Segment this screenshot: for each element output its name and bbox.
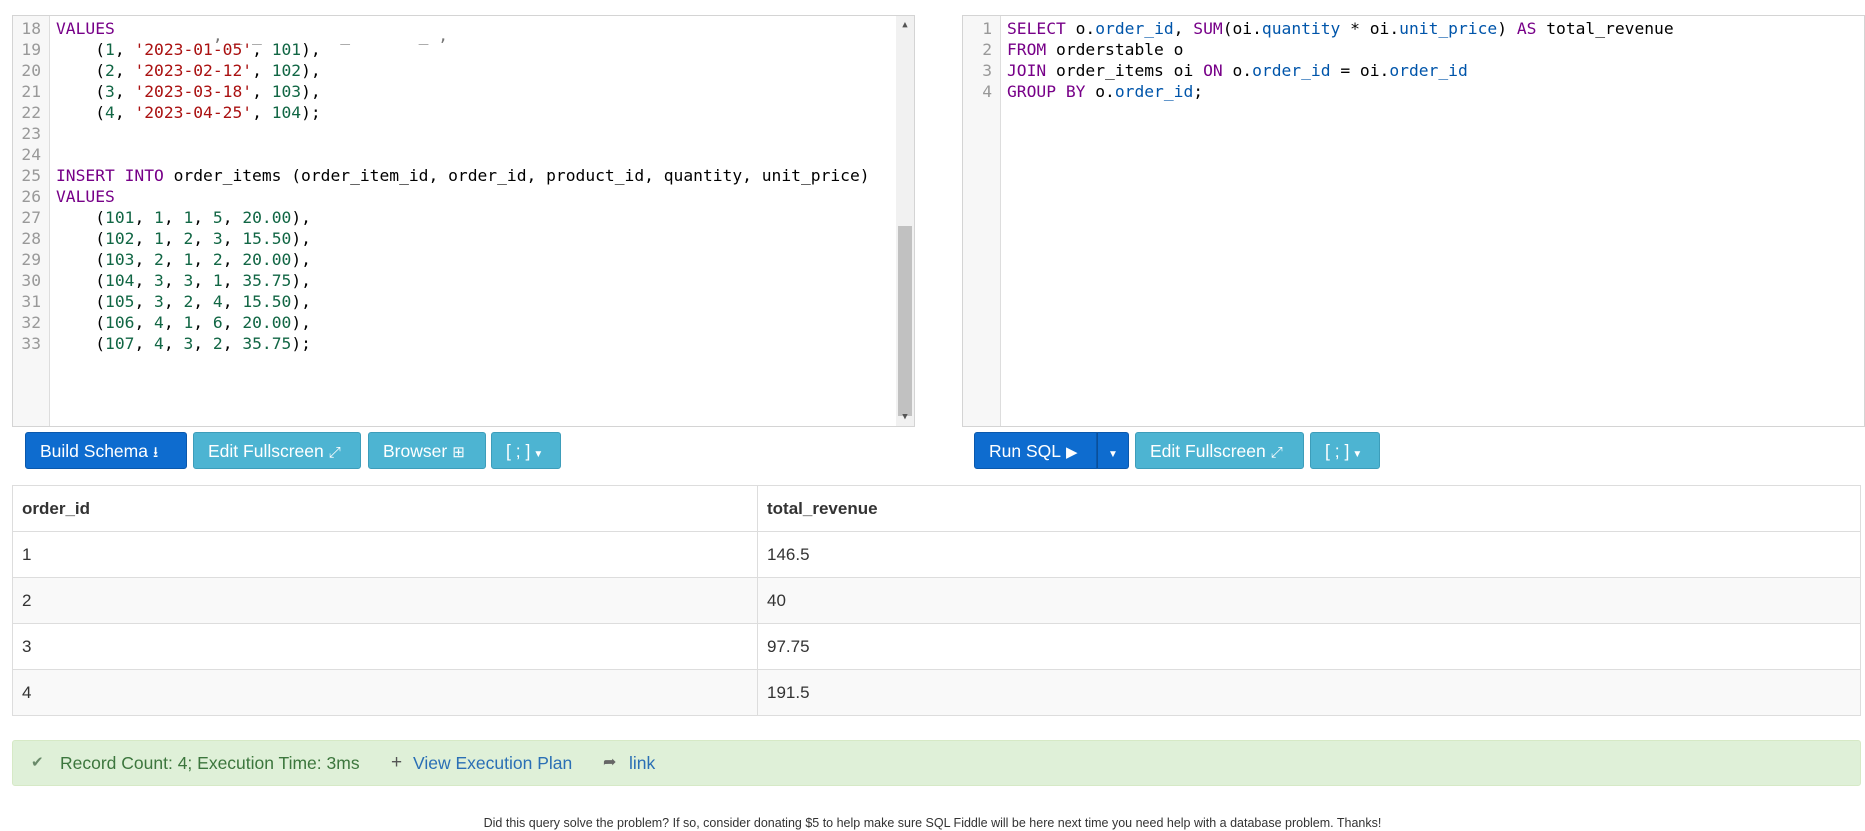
- table-cell: 191.5: [757, 669, 1861, 716]
- scroll-thumb[interactable]: [898, 226, 912, 416]
- caret-down-icon: ▼: [533, 449, 544, 460]
- code-line: 33 (107, 4, 3, 2, 35.75);: [13, 331, 914, 356]
- query-edit-fullscreen-button[interactable]: Edit Fullscreen ⤢: [1135, 432, 1304, 469]
- table-cell: 97.75: [757, 623, 1861, 670]
- caret-down-icon: ▼: [1108, 449, 1118, 460]
- line-number: 33: [21, 334, 41, 353]
- table-row: 4 191.5: [12, 669, 1861, 716]
- download-icon: ⭳: [152, 444, 159, 461]
- checkmark-icon: ✔: [31, 754, 44, 771]
- scroll-down-arrow-icon[interactable]: ▼: [896, 408, 914, 426]
- share-arrow-icon: ➦: [603, 754, 617, 771]
- expand-icon: ⤢: [1270, 444, 1283, 461]
- schema-delimiter-dropdown[interactable]: [ ; ] ▼: [491, 432, 561, 469]
- donation-footer: Did this query solve the problem? If so,…: [483, 816, 1382, 830]
- view-execution-plan-link[interactable]: View Execution Plan: [413, 741, 572, 785]
- code-line: 4 GROUP BY o.order_id;: [963, 79, 1864, 104]
- schema-edit-fullscreen-button[interactable]: Edit Fullscreen ⤢: [193, 432, 361, 469]
- code-text: GROUP BY o.order_id;: [1007, 82, 1204, 101]
- play-icon: ▶: [1065, 444, 1078, 461]
- browser-button[interactable]: Browser ⊞: [368, 432, 486, 469]
- table-cell: 3: [12, 623, 758, 670]
- table-row: 2 40: [12, 577, 1861, 624]
- table-cell: 1: [12, 531, 758, 578]
- column-header: order_id: [12, 485, 758, 532]
- expand-icon: ⤢: [328, 444, 341, 461]
- query-delimiter-dropdown[interactable]: [ ; ] ▼: [1310, 432, 1380, 469]
- query-editor[interactable]: 1 SELECT o.order_id, SUM(oi.quantity * oi…: [962, 15, 1865, 427]
- run-sql-button[interactable]: Run SQL ▶: [974, 432, 1097, 469]
- line-number: 4: [982, 82, 992, 101]
- caret-down-icon: ▼: [1352, 449, 1363, 460]
- plus-icon: +: [391, 752, 403, 773]
- table-cell: 4: [12, 669, 758, 716]
- table-row: 3 97.75: [12, 623, 1861, 670]
- results-header-row: order_id total_revenue: [12, 485, 1861, 532]
- code-text: (107, 4, 3, 2, 35.75);: [56, 334, 311, 353]
- scroll-up-arrow-icon[interactable]: ▲: [896, 16, 914, 34]
- record-info: Record Count: 4; Execution Time: 3ms: [60, 753, 360, 773]
- table-cell: 40: [757, 577, 1861, 624]
- tree-icon: ⊞: [452, 444, 465, 461]
- table-row: 1 146.5: [12, 531, 1861, 578]
- permalink-link[interactable]: link: [629, 741, 655, 785]
- schema-editor[interactable]: , _ _ _ _ , 18 VALUES 19 (1, '2023-01-05',…: [12, 15, 915, 427]
- table-cell: 2: [12, 577, 758, 624]
- table-cell: 146.5: [757, 531, 1861, 578]
- column-header: total_revenue: [757, 485, 1861, 532]
- status-bar: ✔ Record Count: 4; Execution Time: 3ms +…: [12, 740, 1861, 786]
- build-schema-button[interactable]: Build Schema ⭳: [25, 432, 187, 469]
- results-table: order_id total_revenue 1 146.5 2 40 3 97…: [12, 485, 1861, 716]
- run-sql-dropdown-toggle[interactable]: ▼: [1097, 432, 1129, 469]
- schema-editor-scrollbar[interactable]: ▲ ▼: [896, 16, 914, 426]
